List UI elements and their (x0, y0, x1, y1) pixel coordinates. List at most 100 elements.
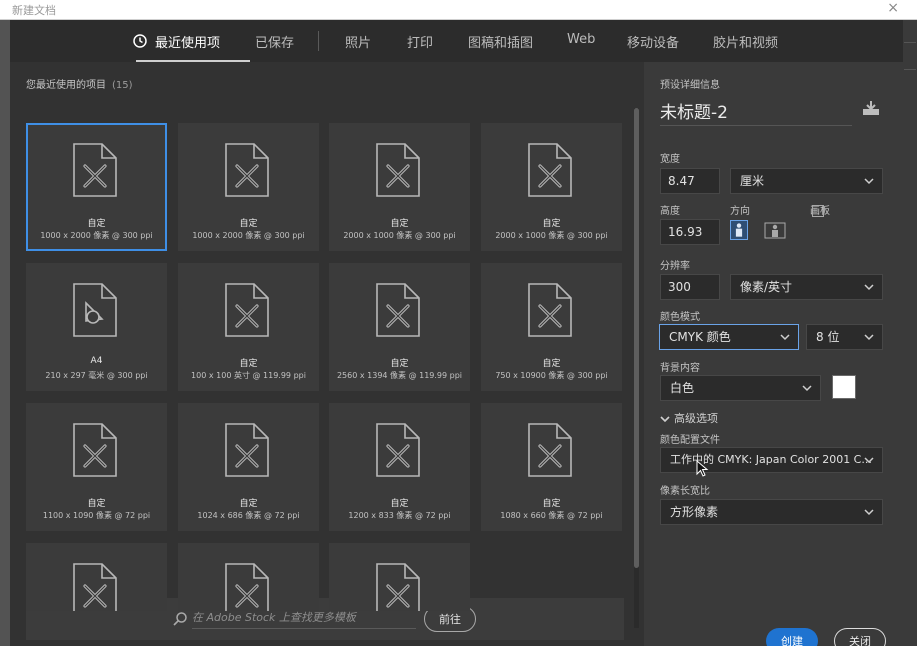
tab-saved[interactable]: 已保存 (255, 32, 294, 51)
advanced-options-toggle[interactable]: 高级选项 (660, 410, 718, 426)
recent-item-tile[interactable]: 自定 2000 x 1000 像素 @ 300 ppi (329, 123, 470, 251)
custom-doc-icon (225, 563, 269, 611)
tab-recent[interactable]: 最近使用项 (155, 32, 220, 51)
width-input[interactable]: 8.47 (660, 168, 720, 194)
recent-item-tile[interactable]: 自定 2000 x 1000 像素 @ 300 ppi (481, 123, 622, 251)
recent-item-size: 2000 x 1000 像素 @ 300 ppi (495, 231, 608, 240)
print-doc-icon (73, 283, 117, 337)
custom-doc-icon (376, 143, 420, 197)
recent-item-name: 自定 (87, 219, 106, 229)
recent-item-size: 750 x 10900 像素 @ 300 ppi (495, 371, 608, 380)
document-name-field[interactable]: 未标题-2 (660, 98, 852, 126)
tab-mobile[interactable]: 移动设备 (627, 32, 679, 51)
recent-item-size: 2000 x 1000 像素 @ 300 ppi (343, 231, 456, 240)
background-color-swatch[interactable] (832, 375, 856, 399)
recent-items-panel: 您最近使用的项目(15) 前往 自定1000 x 2000 像素 @ 300 p… (10, 62, 644, 646)
create-button[interactable]: 创建 (766, 628, 818, 646)
landscape-orientation-icon[interactable] (764, 220, 786, 240)
clock-icon (133, 34, 147, 48)
recent-item-tile[interactable]: 自定 1000 x 2000 像素 @ 300 ppi (178, 123, 319, 251)
custom-doc-icon (73, 423, 117, 477)
custom-doc-icon (376, 283, 420, 337)
scrollbar-thumb[interactable] (634, 108, 639, 568)
preset-details-panel: 预设详细信息 未标题-2 宽度 8.47 厘米 高度 方向 画板 16.93 分… (644, 62, 903, 646)
chevron-down-icon (864, 334, 874, 341)
new-document-dialog: 最近使用项 已保存 照片 打印 图稿和插图 Web 移动设备 胶片和视频 您最近… (10, 20, 903, 646)
color-mode-value: CMYK 颜色 (669, 330, 731, 344)
recent-item-name: 自定 (542, 499, 561, 509)
pixel-aspect-select[interactable]: 方形像素 (660, 499, 883, 525)
resolution-unit-select[interactable]: 像素/英寸 (730, 274, 883, 300)
recent-item-size: 1200 x 833 像素 @ 72 ppi (348, 511, 451, 520)
tab-print[interactable]: 打印 (407, 32, 433, 51)
recent-item-tile[interactable]: 自定 1024 x 686 像素 @ 72 ppi (178, 403, 319, 531)
custom-doc-icon (225, 423, 269, 477)
recent-item-tile[interactable]: 自定 100 x 100 英寸 @ 119.99 ppi (178, 263, 319, 391)
tab-web[interactable]: Web (567, 32, 595, 47)
width-unit-select[interactable]: 厘米 (730, 168, 883, 194)
category-tabs: 最近使用项 已保存 照片 打印 图稿和插图 Web 移动设备 胶片和视频 (10, 20, 903, 62)
height-input[interactable]: 16.93 (660, 219, 720, 245)
recent-item-size: 2560 x 1394 像素 @ 119.99 ppi (336, 371, 463, 380)
custom-doc-icon (376, 563, 420, 611)
recent-item-name: 自定 (542, 219, 561, 229)
artboard-checkbox[interactable] (812, 205, 824, 217)
recent-item-size: 210 x 297 毫米 @ 300 ppi (45, 371, 148, 380)
recent-item-tile[interactable]: 自定 1200 x 833 像素 @ 72 ppi (329, 403, 470, 531)
window-close-button[interactable]: × (887, 0, 899, 16)
color-profile-select[interactable]: 工作中的 CMYK: Japan Color 2001 C... (660, 447, 883, 473)
bit-depth-select[interactable]: 8 位 (806, 324, 883, 350)
recent-item-tile[interactable]: 自定 1100 x 1090 像素 @ 72 ppi (26, 403, 167, 531)
pixel-aspect-value: 方形像素 (670, 505, 719, 519)
background-edge (903, 20, 917, 646)
recent-item-size: 1024 x 686 像素 @ 72 ppi (197, 511, 300, 520)
save-preset-icon[interactable] (862, 100, 880, 116)
color-mode-select[interactable]: CMYK 颜色 (659, 324, 799, 350)
recent-item-tile[interactable]: 自定 2560 x 1394 像素 @ 119.99 ppi (329, 263, 470, 391)
recent-item-tile[interactable]: 自定 1080 x 660 像素 @ 72 ppi (481, 403, 622, 531)
recent-item-tile[interactable]: 自定 750 x 10900 像素 @ 300 ppi (481, 263, 622, 391)
recent-item-tile[interactable] (26, 543, 167, 611)
recent-item-name: 自定 (390, 499, 409, 509)
recent-item-tile[interactable]: 自定 1000 x 2000 像素 @ 300 ppi (26, 123, 167, 251)
recent-item-tile[interactable] (178, 543, 319, 611)
tab-film-video[interactable]: 胶片和视频 (713, 32, 778, 51)
custom-doc-icon (225, 143, 269, 197)
width-label: 宽度 (660, 154, 680, 165)
chevron-down-icon (864, 509, 874, 516)
custom-doc-icon (528, 283, 572, 337)
close-button[interactable]: 关闭 (834, 628, 886, 646)
pixel-aspect-label: 像素长宽比 (660, 486, 710, 497)
height-label: 高度 (660, 206, 680, 217)
background-select[interactable]: 白色 (660, 375, 821, 401)
custom-doc-icon (528, 423, 572, 477)
scrollbar[interactable] (634, 108, 639, 628)
chevron-down-icon (864, 457, 874, 464)
recent-items-title: 您最近使用的项目 (26, 80, 106, 91)
recent-item-size: 1000 x 2000 像素 @ 300 ppi (40, 231, 153, 240)
recent-item-name: 自定 (390, 219, 409, 229)
window-titlebar: 新建文档 × (0, 0, 917, 20)
background-value: 白色 (670, 381, 695, 395)
recent-items-count: (15) (112, 80, 133, 91)
custom-doc-icon (376, 423, 420, 477)
recent-item-tile[interactable] (329, 543, 470, 611)
chevron-down-icon (864, 284, 874, 291)
tab-art-illustration[interactable]: 图稿和插图 (468, 32, 533, 51)
background-label: 背景内容 (660, 363, 700, 374)
tab-photo[interactable]: 照片 (345, 32, 371, 51)
chevron-down-icon (780, 334, 790, 341)
portrait-orientation-icon[interactable] (730, 220, 748, 240)
mouse-cursor-icon (696, 460, 709, 477)
recent-item-size: 1000 x 2000 像素 @ 300 ppi (192, 231, 305, 240)
preset-details-heading: 预设详细信息 (660, 80, 720, 91)
recent-item-name: 自定 (87, 499, 106, 509)
resolution-input[interactable]: 300 (660, 274, 720, 300)
chevron-down-icon (864, 178, 874, 185)
custom-doc-icon (528, 143, 572, 197)
color-mode-label: 颜色模式 (660, 312, 700, 323)
width-unit-value: 厘米 (740, 174, 765, 188)
resolution-label: 分辨率 (660, 261, 690, 272)
recent-item-tile[interactable]: A4 210 x 297 毫米 @ 300 ppi (26, 263, 167, 391)
recent-items-heading: 您最近使用的项目 (15) (26, 76, 133, 91)
